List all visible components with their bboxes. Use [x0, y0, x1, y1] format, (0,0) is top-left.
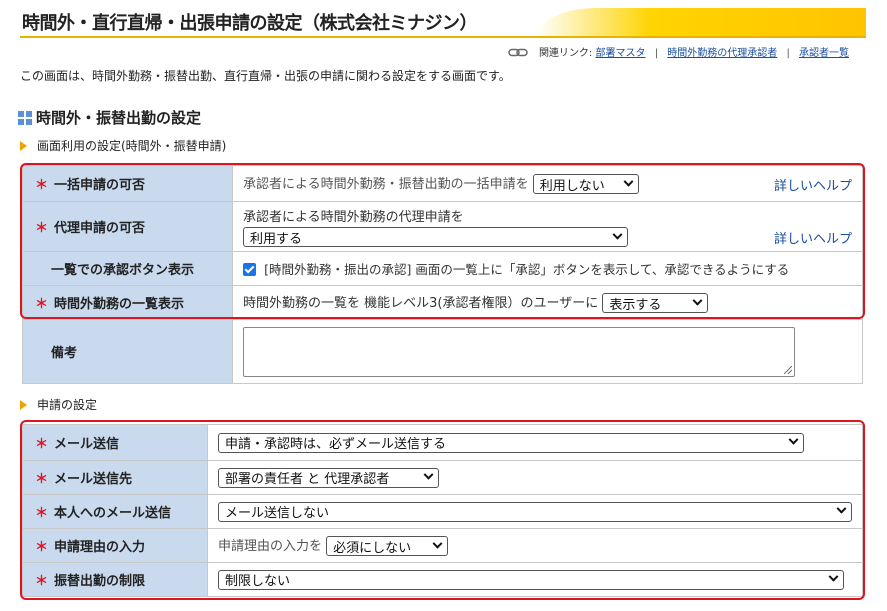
table-row: ＊メール送信 申請・承認時は、必ずメール送信する — [22, 424, 863, 461]
row-label: ＊代理申請の可否 — [22, 201, 233, 252]
row-label: ＊メール送信 — [22, 424, 208, 461]
table-row: 一覧での承認ボタン表示 [時間外勤務・振出の承認] 画面の一覧上に「承認」ボタン… — [22, 251, 863, 286]
triangle-bullet-icon — [20, 399, 27, 410]
chain-link-icon — [508, 48, 528, 57]
table-row: 備考 — [22, 319, 863, 384]
grid-icon — [18, 110, 32, 125]
row-label: ＊一括申請の可否 — [22, 165, 233, 202]
row-value: 制限しない — [207, 562, 863, 597]
table-row: ＊メール送信先 部署の責任者 と 代理承認者 — [22, 460, 863, 495]
subsection-title: 画面利用の設定(時間外・振替申請) — [37, 139, 227, 153]
required-mark: ＊ — [35, 221, 49, 236]
row-label: ＊申請理由の入力 — [22, 528, 208, 563]
row-label: ＊振替出勤の制限 — [22, 562, 208, 597]
self-mail-select[interactable]: メール送信しない — [218, 501, 852, 522]
row-text: 承認者による時間外勤務の代理申請を — [243, 210, 464, 225]
page-header: 時間外・直行直帰・出張申請の設定（株式会社ミナジン） — [20, 6, 866, 38]
bulk-apply-select[interactable]: 利用しない — [532, 174, 639, 195]
row-value: 申請・承認時は、必ずメール送信する — [207, 424, 863, 461]
help-link[interactable]: 詳しいヘルプ — [774, 228, 852, 247]
application-settings-table: ＊メール送信 申請・承認時は、必ずメール送信する ＊メール送信先 部署の責任者 … — [22, 424, 863, 597]
related-label: 関連リンク: — [538, 48, 593, 59]
chevron-down-icon — [828, 571, 839, 582]
related-links: 関連リンク: 部署マスタ | 時間外勤務の代理承認者 | 承認者一覧 — [508, 44, 849, 59]
required-mark: ＊ — [35, 178, 49, 193]
chevron-down-icon — [836, 503, 847, 514]
row-text: 申請理由の入力を — [218, 538, 323, 554]
header-swoosh — [536, 8, 866, 38]
row-text: [時間外勤務・振出の承認] 画面の一覧上に「承認」ボタンを表示して、承認できるよ… — [264, 262, 790, 277]
page-title: 時間外・直行直帰・出張申請の設定（株式会社ミナジン） — [22, 13, 478, 34]
reason-input-select[interactable]: 必須にしない — [326, 536, 449, 557]
table-row: ＊代理申請の可否 承認者による時間外勤務の代理申請を 利用する 詳しいヘルプ — [22, 201, 863, 252]
link-proxy-approver[interactable]: 時間外勤務の代理承認者 — [667, 48, 777, 59]
section-title: 時間外・振替出勤の設定 — [36, 109, 202, 127]
intro-text: この画面は、時間外勤務・振替出勤、直行直帰・出張の申請に関わる設定をする画面です… — [20, 69, 511, 83]
link-department-master[interactable]: 部署マスタ — [596, 48, 646, 59]
divider: | — [654, 48, 659, 59]
required-mark: ＊ — [35, 297, 49, 312]
table-row: ＊振替出勤の制限 制限しない — [22, 562, 863, 597]
chevron-down-icon — [623, 176, 634, 187]
row-value: 承認者による時間外勤務・振替出勤の一括申請を 利用しない 詳しいヘルプ — [232, 165, 863, 202]
required-mark: ＊ — [35, 472, 49, 487]
subsection-heading: 申請の設定 — [20, 396, 97, 413]
mail-recipient-select[interactable]: 部署の責任者 と 代理承認者 — [218, 467, 439, 488]
chevron-down-icon — [423, 469, 434, 480]
table-row: ＊一括申請の可否 承認者による時間外勤務・振替出勤の一括申請を 利用しない 詳し… — [22, 165, 863, 202]
table-row: ＊時間外勤務の一覧表示 時間外勤務の一覧を 機能レベル3(承認者権限）のユーザー… — [22, 285, 863, 320]
row-value: 承認者による時間外勤務の代理申請を 利用する 詳しいヘルプ — [232, 201, 863, 252]
table-row: ＊申請理由の入力 申請理由の入力を 必須にしない — [22, 528, 863, 563]
chevron-down-icon — [612, 229, 623, 240]
row-label: ＊メール送信先 — [22, 460, 208, 495]
row-label: ＊本人へのメール送信 — [22, 494, 208, 529]
proxy-apply-select[interactable]: 利用する — [243, 227, 628, 247]
chevron-down-icon — [788, 434, 799, 445]
help-link[interactable]: 詳しいヘルプ — [774, 175, 852, 194]
table-row: ＊本人へのメール送信 メール送信しない — [22, 494, 863, 529]
section-heading: 時間外・振替出勤の設定 — [18, 107, 201, 128]
memo-textarea[interactable] — [243, 326, 795, 377]
row-text: 時間外勤務の一覧を 機能レベル3(承認者権限）のユーザーに — [243, 295, 599, 311]
subsection-heading: 画面利用の設定(時間外・振替申請) — [20, 137, 226, 154]
row-value — [232, 319, 863, 384]
chevron-down-icon — [692, 295, 703, 306]
row-label: 備考 — [22, 319, 233, 384]
row-value: 部署の責任者 と 代理承認者 — [207, 460, 863, 495]
resize-handle-icon[interactable] — [784, 365, 792, 374]
header-divider — [20, 36, 866, 38]
row-value: [時間外勤務・振出の承認] 画面の一覧上に「承認」ボタンを表示して、承認できるよ… — [232, 251, 863, 286]
row-text: 承認者による時間外勤務・振替出勤の一括申請を — [243, 176, 529, 192]
substitute-limit-select[interactable]: 制限しない — [218, 569, 844, 590]
required-mark: ＊ — [35, 540, 49, 555]
required-mark: ＊ — [35, 437, 49, 452]
row-value: 申請理由の入力を 必須にしない — [207, 528, 863, 563]
required-mark: ＊ — [35, 506, 49, 521]
triangle-bullet-icon — [20, 140, 27, 151]
row-value: 時間外勤務の一覧を 機能レベル3(承認者権限）のユーザーに 表示する — [232, 285, 863, 320]
required-mark: ＊ — [35, 574, 49, 589]
usage-settings-table: ＊一括申請の可否 承認者による時間外勤務・振替出勤の一括申請を 利用しない 詳し… — [22, 165, 863, 384]
row-label: ＊時間外勤務の一覧表示 — [22, 285, 233, 320]
mail-send-select[interactable]: 申請・承認時は、必ずメール送信する — [218, 432, 804, 453]
approve-button-checkbox[interactable] — [243, 263, 256, 276]
row-value: メール送信しない — [207, 494, 863, 529]
overtime-list-select[interactable]: 表示する — [602, 293, 709, 314]
row-label: 一覧での承認ボタン表示 — [22, 251, 233, 286]
divider: | — [786, 48, 790, 59]
chevron-down-icon — [432, 538, 443, 549]
subsection-title: 申請の設定 — [37, 398, 98, 412]
link-approver-list[interactable]: 承認者一覧 — [799, 48, 849, 59]
